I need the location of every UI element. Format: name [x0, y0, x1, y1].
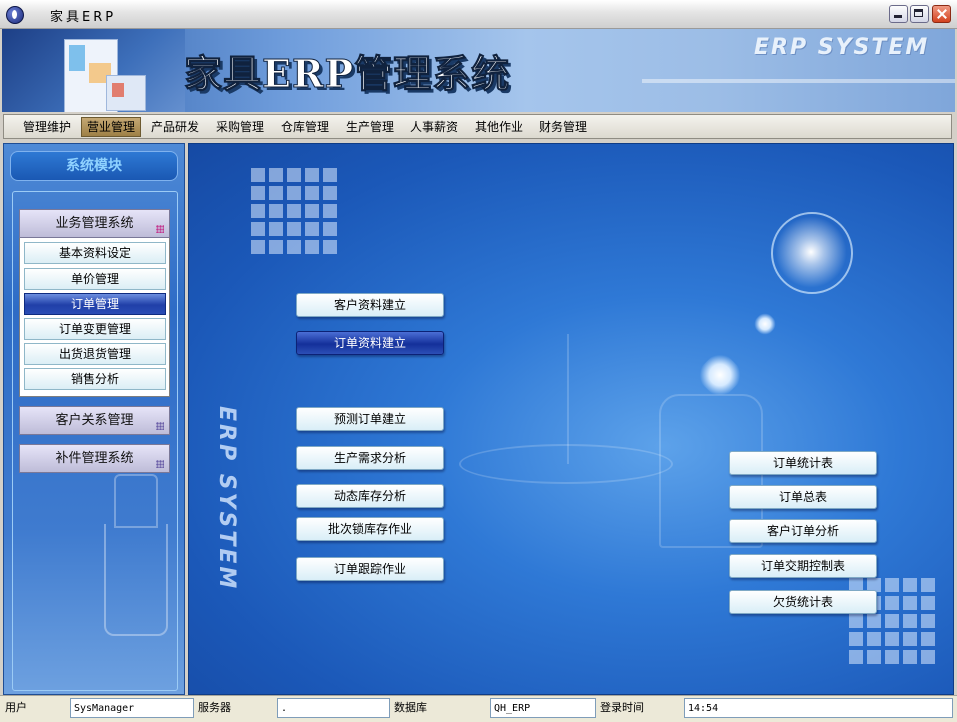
status-bar: 用户 SysManager 服务器 . 数据库 QH_ERP 登录时间 14:5… — [0, 695, 957, 722]
menu-item-sales[interactable]: 营业管理 — [81, 117, 142, 137]
table-decoration — [459, 444, 673, 484]
group-label: 客户关系管理 — [55, 413, 134, 428]
menu-item-other[interactable]: 其他作业 — [470, 118, 528, 136]
sidebar-chair-decoration — [114, 474, 158, 528]
group-business-management[interactable]: 业务管理系统 — [19, 209, 170, 238]
dots-icon — [156, 225, 164, 233]
forecast-order-button[interactable]: 预测订单建立 — [296, 407, 444, 431]
vertical-erp-logo: ERP SYSTEM — [214, 406, 239, 592]
minimize-button[interactable] — [889, 5, 908, 23]
login-time-value: 14:54 — [684, 698, 953, 718]
customer-data-button[interactable]: 客户资料建立 — [296, 293, 444, 317]
order-tracking-button[interactable]: 订单跟踪作业 — [296, 557, 444, 581]
menu-item-purchasing[interactable]: 采购管理 — [211, 118, 269, 136]
menu-item-finance[interactable]: 财务管理 — [534, 118, 592, 136]
banner-title: 家具ERP管理系统 — [183, 51, 511, 97]
maximize-button[interactable] — [910, 5, 929, 23]
group-label: 补件管理系统 — [55, 451, 134, 466]
customer-order-analysis-button[interactable]: 客户订单分析 — [729, 519, 877, 543]
server-label: 服务器 — [198, 701, 231, 714]
user-label: 用户 — [5, 701, 27, 714]
app-icon[interactable] — [6, 6, 24, 24]
order-summary-button[interactable]: 订单总表 — [729, 485, 877, 509]
sidebar-chair-legs-decoration — [104, 524, 168, 636]
database-label: 数据库 — [394, 701, 427, 714]
delivery-control-button[interactable]: 订单交期控制表 — [729, 554, 877, 578]
menu-item-product-rd[interactable]: 产品研发 — [146, 118, 204, 136]
window-title: 家具ERP — [50, 10, 117, 25]
close-button[interactable] — [932, 5, 951, 23]
group-label: 业务管理系统 — [55, 216, 134, 231]
shortage-statistics-button[interactable]: 欠货统计表 — [729, 590, 877, 614]
menu-item-warehouse[interactable]: 仓库管理 — [276, 118, 334, 136]
sidebar-item-price-management[interactable]: 单价管理 — [24, 268, 166, 290]
sidebar-item-basic-data[interactable]: 基本资料设定 — [24, 242, 166, 264]
header-banner: 家具ERP管理系统 ERP SYSTEM — [2, 29, 955, 112]
title-bar: 家具ERP — [0, 0, 957, 29]
menu-item-hr-payroll[interactable]: 人事薪资 — [405, 118, 463, 136]
group-parts-management[interactable]: 补件管理系统 — [19, 444, 170, 473]
banner-furniture-image — [2, 29, 185, 112]
order-data-button[interactable]: 订单资料建立 — [296, 331, 444, 355]
menu-item-production[interactable]: 生产管理 — [341, 118, 399, 136]
order-statistics-button[interactable]: 订单统计表 — [729, 451, 877, 475]
server-value: . — [277, 698, 390, 718]
batch-lock-inventory-button[interactable]: 批次锁库存作业 — [296, 517, 444, 541]
sidebar-item-shipping-return[interactable]: 出货退货管理 — [24, 343, 166, 365]
login-time-label: 登录时间 — [600, 701, 644, 714]
group-customer-relations[interactable]: 客户关系管理 — [19, 406, 170, 435]
light-glow-decoration — [775, 216, 847, 288]
sidebar: 系统模块 业务管理系统 基本资料设定 单价管理 订单管理 订单变更管理 出货退货… — [3, 143, 185, 695]
grid-decoration-top — [251, 168, 337, 254]
main-panel: ERP SYSTEM 客户资料建立 订单资料建立 预测订单建立 生产需求分析 动… — [188, 143, 954, 695]
dots-icon — [156, 460, 164, 468]
sparkle-decoration — [750, 309, 780, 339]
banner-stripe — [642, 79, 955, 83]
banner-erp-logo: ERP SYSTEM — [754, 35, 930, 60]
dots-icon — [156, 422, 164, 430]
dynamic-inventory-button[interactable]: 动态库存分析 — [296, 484, 444, 508]
database-value: QH_ERP — [490, 698, 596, 718]
menu-item-maintenance[interactable]: 管理维护 — [18, 118, 76, 136]
user-value: SysManager — [70, 698, 194, 718]
production-demand-button[interactable]: 生产需求分析 — [296, 446, 444, 470]
sidebar-header: 系统模块 — [10, 151, 178, 181]
menu-bar: 管理维护 营业管理 产品研发 采购管理 仓库管理 生产管理 人事薪资 其他作业 … — [3, 114, 952, 139]
sidebar-item-sales-analysis[interactable]: 销售分析 — [24, 368, 166, 390]
sidebar-item-order-management[interactable]: 订单管理 — [24, 293, 166, 315]
lamp-decoration — [567, 334, 571, 464]
sidebar-item-order-change[interactable]: 订单变更管理 — [24, 318, 166, 340]
